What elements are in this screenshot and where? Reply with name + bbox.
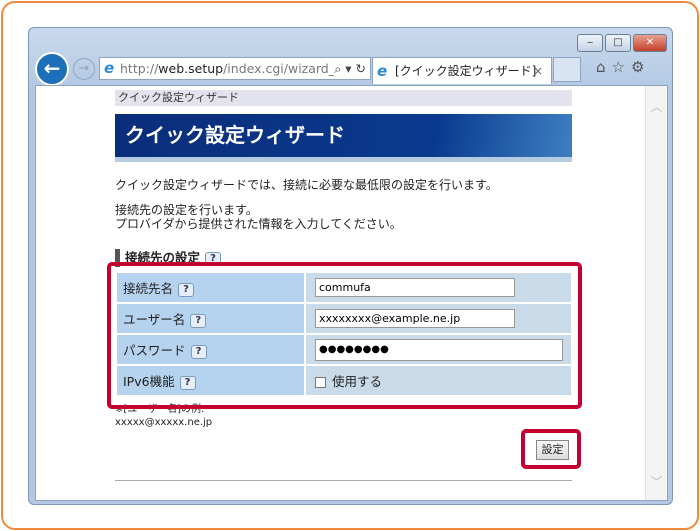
page-title: クイック設定ウィザード (115, 114, 572, 162)
close-button[interactable]: ✕ (633, 34, 667, 52)
highlight-box-form (107, 262, 582, 409)
browser-window: ‒ □ ✕ ← → e http://web.setup/index.cgi/w… (28, 27, 673, 505)
note-text-2: xxxxx@xxxxx.ne.jp (115, 417, 213, 428)
url-path: /index.cgi/wizard_ (223, 61, 335, 76)
ie-icon: e (377, 62, 388, 80)
scrollbar[interactable]: ︿ ﹀ (645, 86, 667, 500)
search-refresh-icon[interactable]: ⌕ ▾ ↻ (334, 58, 366, 79)
tab-title: [クイック設定ウィザード] (395, 64, 537, 78)
new-tab-button[interactable] (553, 57, 581, 82)
home-favorites-settings-icons[interactable]: ⌂☆⚙ (596, 58, 650, 76)
scroll-down-icon[interactable]: ﹀ (646, 473, 667, 490)
divider (115, 480, 572, 481)
intro-text: クイック設定ウィザードでは、接続に必要な最低限の設定を行います。 (115, 178, 498, 192)
highlight-box-button (521, 429, 581, 469)
ie-icon: e (104, 59, 115, 77)
breadcrumb: クイック設定ウィザード (115, 90, 572, 106)
back-button[interactable]: ← (35, 52, 69, 86)
tab-close-icon[interactable]: × (533, 58, 543, 84)
scroll-up-icon[interactable]: ︿ (646, 98, 667, 115)
page-viewport: ︿ ﹀ クイック設定ウィザード クイック設定ウィザード クイック設定ウィザードでは… (35, 85, 668, 501)
url-prefix: http:// (120, 61, 159, 76)
maximize-button[interactable]: □ (605, 34, 631, 52)
instruction-text-2: プロバイダから提供された情報を入力してください。 (115, 217, 402, 231)
forward-button[interactable]: → (73, 58, 95, 80)
minimize-button[interactable]: ‒ (577, 34, 603, 52)
instruction-text-1: 接続先の設定を行います。 (115, 203, 258, 217)
browser-tab[interactable]: e [クイック設定ウィザード] × (372, 57, 552, 84)
url-host: web.setup (158, 61, 224, 76)
address-bar[interactable]: e http://web.setup/index.cgi/wizard_ ⌕ ▾… (99, 57, 371, 80)
